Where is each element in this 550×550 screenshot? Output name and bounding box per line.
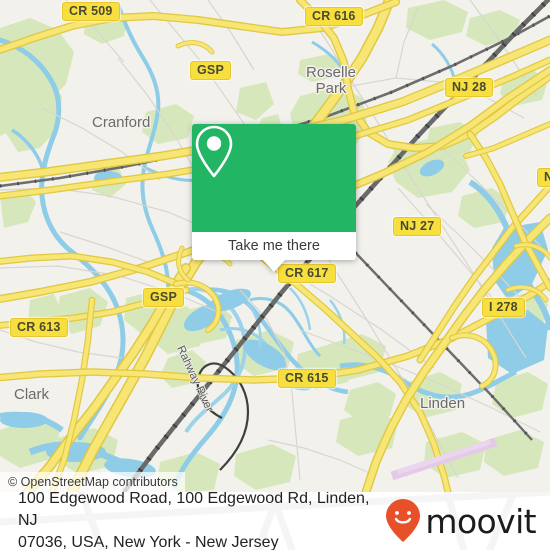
footer-bar: 100 Edgewood Road, 100 Edgewood Rd, Lind… [0,492,550,550]
map-canvas[interactable]: Cranford Roselle Park Clark Linden Rahwa… [0,0,550,492]
take-me-there-label: Take me there [228,238,320,254]
address-line-1: 100 Edgewood Road, 100 Edgewood Rd, Lind… [18,492,370,529]
moovit-pin-smiley-icon [386,499,421,542]
popup-action-bar[interactable]: Take me there [192,232,356,260]
address-line-2: 07036, USA, New York - New Jersey [18,534,279,550]
moovit-brand[interactable]: moovit [385,498,537,544]
road-shield-cr-613[interactable]: CR 613 [10,318,68,337]
screenshot-root: Cranford Roselle Park Clark Linden Rahwa… [0,0,550,550]
road-shield-cr-617[interactable]: CR 617 [278,264,336,283]
location-popup-card[interactable]: Take me there [192,124,356,272]
road-shield-cr-615[interactable]: CR 615 [278,369,336,388]
footer-content: 100 Edgewood Road, 100 Edgewood Rd, Lind… [0,492,550,550]
road-shield-nj-28[interactable]: NJ 28 [445,78,494,97]
road-shield-gsp-top[interactable]: GSP [190,61,231,80]
popup-header [192,124,356,232]
popup-pointer-tail [263,260,285,272]
map-pin-icon [195,125,233,178]
road-shield-nj-27[interactable]: NJ 27 [393,217,442,236]
location-address: 100 Edgewood Road, 100 Edgewood Rd, Lind… [18,492,385,550]
moovit-wordmark: moovit [425,501,536,541]
osm-attribution[interactable]: © OpenStreetMap contributors [0,472,185,492]
road-shield-gsp-mid[interactable]: GSP [143,288,184,307]
road-shield-i-278[interactable]: I 278 [482,298,525,317]
road-shield-nj-27-edge[interactable]: NJ 27 [537,168,550,187]
road-shield-cr-509[interactable]: CR 509 [62,2,120,21]
road-shield-cr-616[interactable]: CR 616 [305,7,363,26]
